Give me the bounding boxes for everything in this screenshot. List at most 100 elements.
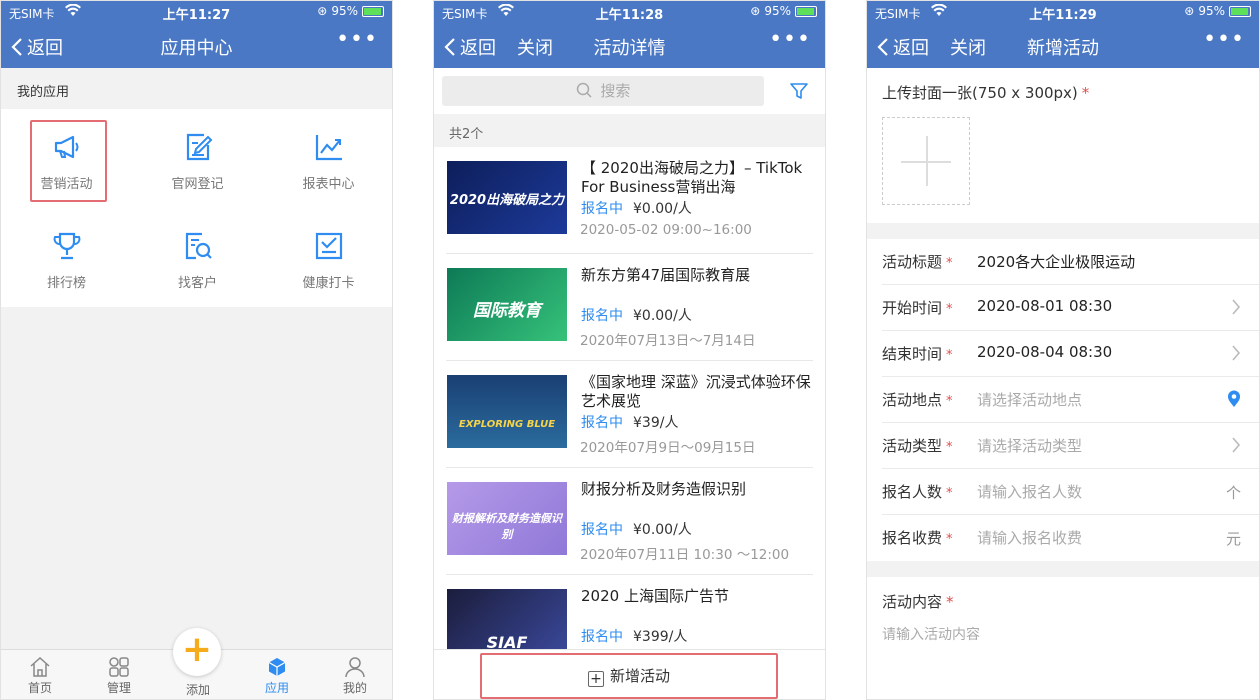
app-label: 找客户 (177, 276, 217, 291)
orientation-lock-icon: ⊛ (750, 4, 761, 18)
start-time-picker[interactable]: 2020-08-01 08:30 (977, 297, 1112, 315)
attendees-input[interactable]: 请输入报名人数 (977, 481, 1082, 502)
field-fee[interactable]: 报名收费 * 请输入报名收费 元 (867, 515, 1259, 561)
orientation-lock-icon: ⊛ (1184, 4, 1195, 18)
section-label: 我的应用 (17, 85, 70, 100)
battery-percent: 95% (764, 4, 791, 18)
price: ¥39/人 (633, 415, 679, 431)
app-label: 健康打卡 (302, 276, 355, 291)
field-attendees[interactable]: 报名人数 * 请输入报名人数 个 (867, 469, 1259, 515)
field-end-time[interactable]: 结束时间 * 2020-08-04 08:30 (867, 331, 1259, 377)
highlight-box (30, 120, 107, 202)
app-label: 官网登记 (171, 177, 224, 192)
price: ¥0.00/人 (633, 522, 692, 538)
page-title: 应用中心 (160, 38, 233, 59)
chart-line-icon (315, 135, 342, 161)
tab-manage[interactable]: 管理 (80, 656, 158, 696)
page-title: 新增活动 (1027, 38, 1099, 59)
add-fab-button[interactable]: + (173, 628, 221, 676)
upload-label: 上传封面一张(750 x 300px) (882, 84, 1078, 102)
app-leaderboard[interactable]: 排行榜 (1, 208, 132, 307)
app-health-checkin[interactable]: 健康打卡 (263, 208, 392, 307)
location-pin-icon[interactable] (1227, 390, 1241, 408)
end-time-picker[interactable]: 2020-08-04 08:30 (977, 343, 1112, 361)
activity-title: 财报分析及财务造假识别 (581, 480, 747, 498)
nav-header: 无SIM卡 上午11:29 ⊛ 95% 返回 关闭 新增活动 ••• (867, 1, 1259, 68)
activity-title: 新东方第47届国际教育展 (581, 266, 751, 284)
app-center-screen: 无SIM卡 上午11:27 ⊛ 95% 返回 应用中心 ••• 我的应用 营销活… (0, 0, 393, 700)
tab-add[interactable]: 添加 (159, 681, 237, 698)
battery-percent: 95% (331, 4, 358, 18)
status-badge: 报名中 (581, 415, 623, 431)
status-badge: 报名中 (581, 201, 623, 217)
doc-search-icon (185, 232, 212, 260)
result-count: 共2个 (449, 127, 484, 142)
app-report-center[interactable]: 报表中心 (263, 109, 392, 208)
tab-home[interactable]: 首页 (1, 656, 79, 696)
price: ¥0.00/人 (633, 201, 692, 217)
field-start-time[interactable]: 开始时间 * 2020-08-01 08:30 (867, 285, 1259, 331)
list-item[interactable]: 国际教育 新东方第47届国际教育展 报名中 ¥0.00/人 2020年07月13日… (434, 254, 825, 361)
field-type[interactable]: 活动类型 * 请选择活动类型 (867, 423, 1259, 469)
plus-icon: + (181, 629, 213, 670)
activity-date: 2020年07月9日～09月15日 (580, 440, 756, 456)
required-mark: * (1081, 84, 1090, 102)
status-badge: 报名中 (581, 629, 623, 645)
plus-square-icon: + (587, 671, 604, 687)
home-icon (30, 656, 50, 677)
more-menu-button[interactable]: ••• (1203, 27, 1245, 52)
checkin-icon (315, 232, 342, 260)
search-bar: 搜索 (434, 68, 825, 114)
tab-mine[interactable]: 我的 (316, 656, 392, 696)
more-menu-button[interactable]: ••• (336, 27, 378, 52)
nav-header: 无SIM卡 上午11:27 ⊛ 95% 返回 应用中心 ••• (1, 1, 392, 68)
trophy-icon (53, 232, 80, 260)
filter-icon[interactable] (789, 81, 809, 101)
activity-list-screen: 无SIM卡 上午11:28 ⊛ 95% 返回 关闭 活动详情 ••• 搜索 共2… (433, 0, 826, 700)
price: ¥0.00/人 (633, 308, 692, 324)
activity-title: 《国家地理 深蓝》沉浸式体验环保艺术展览 (581, 373, 811, 410)
content-section: 活动内容 * 请输入活动内容 (867, 577, 1259, 699)
app-website-register[interactable]: 官网登记 (132, 109, 263, 208)
more-menu-button[interactable]: ••• (769, 27, 811, 52)
app-find-customer[interactable]: 找客户 (132, 208, 263, 307)
status-badge: 报名中 (581, 522, 623, 538)
title-input[interactable]: 2020各大企业极限运动 (977, 251, 1135, 272)
type-picker[interactable]: 请选择活动类型 (977, 435, 1082, 456)
list-item[interactable]: 2020出海破局之力 【 2020出海破局之力】– TikTok For Bus… (434, 147, 825, 254)
add-activity-button[interactable]: + 新增活动 (480, 653, 778, 699)
list-item[interactable]: EXPLORING BLUE 《国家地理 深蓝》沉浸式体验环保艺术展览 报名中 ¥… (434, 361, 825, 468)
status-bar: 无SIM卡 上午11:27 ⊛ 95% (1, 1, 392, 23)
status-bar: 无SIM卡 上午11:28 ⊛ 95% (434, 1, 825, 23)
app-label: 报表中心 (302, 177, 355, 192)
fee-input[interactable]: 请输入报名收费 (977, 527, 1082, 548)
search-icon (576, 82, 592, 98)
battery-icon (362, 5, 384, 17)
chevron-right-icon (1232, 437, 1241, 453)
search-input[interactable]: 搜索 (442, 76, 764, 106)
activity-title: 【 2020出海破局之力】– TikTok For Business营销出海 (581, 159, 803, 196)
cube-icon (268, 658, 286, 676)
status-bar: 无SIM卡 上午11:29 ⊛ 95% (867, 1, 1259, 23)
chevron-right-icon (1232, 345, 1241, 361)
field-title[interactable]: 活动标题 * 2020各大企业极限运动 (867, 239, 1259, 285)
content-textarea[interactable]: 请输入活动内容 (882, 624, 980, 644)
battery-icon (795, 5, 817, 17)
field-location[interactable]: 活动地点 * 请选择活动地点 (867, 377, 1259, 423)
location-picker[interactable]: 请选择活动地点 (977, 389, 1082, 410)
activity-title: 2020 上海国际广告节 (581, 587, 729, 605)
grid-icon (109, 657, 129, 677)
user-icon (345, 657, 365, 678)
content-label: 活动内容 (882, 593, 943, 611)
tab-apps[interactable]: 应用 (238, 656, 316, 696)
price: ¥399/人 (633, 629, 688, 645)
edit-doc-icon (186, 133, 212, 161)
orientation-lock-icon: ⊛ (317, 4, 328, 18)
nav-header: 无SIM卡 上午11:28 ⊛ 95% 返回 关闭 活动详情 ••• (434, 1, 825, 68)
activity-thumbnail: 国际教育 (447, 268, 567, 341)
upload-image-button[interactable] (882, 117, 970, 205)
bottom-action-bar: + 新增活动 (434, 649, 825, 699)
list-item[interactable]: 财报解析及财务造假识别 财报分析及财务造假识别 报名中 ¥0.00/人 2020年… (434, 468, 825, 575)
cover-upload-section: 上传封面一张(750 x 300px) * (867, 68, 1259, 223)
activity-thumbnail: 财报解析及财务造假识别 (447, 482, 567, 555)
